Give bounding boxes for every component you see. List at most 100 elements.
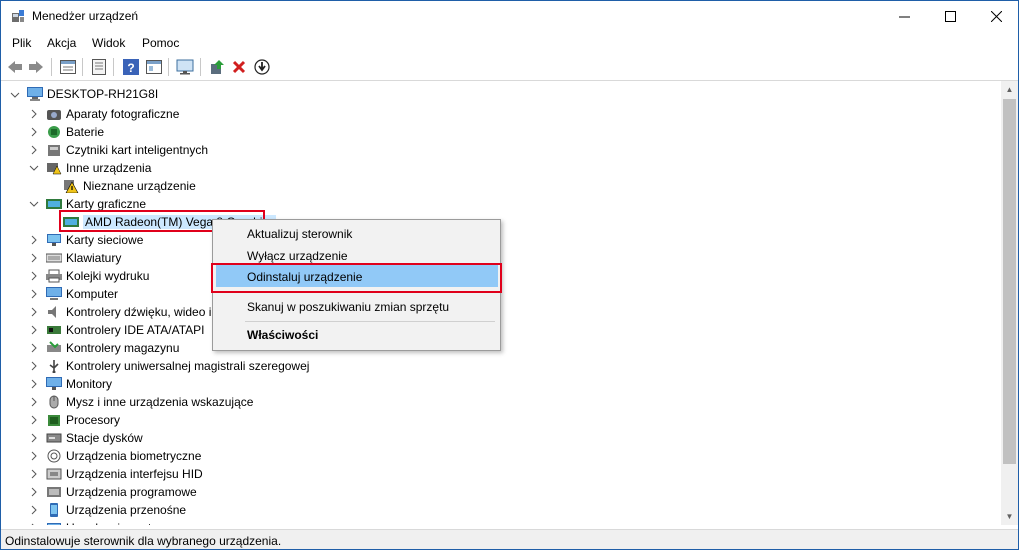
- chevron-right-icon[interactable]: [29, 325, 39, 335]
- tree-category-label[interactable]: Inne urządzenia: [66, 161, 151, 175]
- chevron-right-icon[interactable]: [29, 505, 39, 515]
- computer-icon: [27, 87, 43, 101]
- scrollbar-thumb[interactable]: [1003, 99, 1016, 464]
- properties-sheet-icon[interactable]: [59, 58, 77, 76]
- chevron-right-icon[interactable]: [29, 127, 39, 137]
- forward-arrow-icon[interactable]: [27, 58, 45, 76]
- chevron-right-icon[interactable]: [29, 397, 39, 407]
- tree-category-label[interactable]: Kolejki wydruku: [66, 269, 149, 283]
- tree-category-label[interactable]: Czytniki kart inteligentnych: [66, 143, 208, 157]
- scroll-down-icon[interactable]: ▼: [1001, 508, 1018, 525]
- back-arrow-icon[interactable]: [6, 58, 24, 76]
- keyboard-icon: [46, 253, 62, 263]
- tree-category-label[interactable]: Kontrolery dźwięku, wideo i gier: [66, 305, 235, 319]
- chevron-right-icon[interactable]: [29, 253, 39, 263]
- uninstall-x-icon[interactable]: [230, 58, 248, 76]
- chevron-right-icon[interactable]: [29, 523, 39, 525]
- tree-device-label[interactable]: Nieznane urządzenie: [83, 179, 196, 193]
- tree-category-label[interactable]: Komputer: [66, 287, 118, 301]
- device-manager-icon: [12, 10, 24, 22]
- system-device-icon: [47, 523, 61, 525]
- device-manager-window: Menedżer urządzeń Plik Akcja Widok Pomoc: [0, 0, 1019, 550]
- tree-category-label[interactable]: Urządzenia biometryczne: [66, 449, 201, 463]
- tree-category-label[interactable]: Mysz i inne urządzenia wskazujące: [66, 395, 253, 409]
- portable-device-icon: [50, 503, 58, 517]
- tree-category-label[interactable]: Kontrolery uniwersalnej magistrali szere…: [66, 359, 309, 373]
- chevron-right-icon[interactable]: [29, 361, 39, 371]
- computer-icon: [46, 287, 62, 300]
- ctx-disable-device[interactable]: Wyłącz urządzenie: [247, 249, 348, 263]
- chevron-right-icon[interactable]: [29, 235, 39, 245]
- scroll-up-icon[interactable]: ▲: [1001, 81, 1018, 98]
- disk-drive-icon: [46, 433, 62, 443]
- network-adapter-icon: [47, 234, 61, 246]
- tree-category-label[interactable]: Stacje dysków: [66, 431, 143, 445]
- tree-category-label[interactable]: Baterie: [66, 125, 104, 139]
- tree-category-label[interactable]: Kontrolery IDE ATA/ATAPI: [66, 323, 205, 337]
- mouse-icon: [49, 395, 59, 409]
- maximize-button[interactable]: [927, 1, 973, 32]
- help-icon[interactable]: ?: [122, 58, 140, 76]
- monitor-icon[interactable]: [176, 58, 194, 76]
- ide-controller-icon: [47, 326, 61, 334]
- chevron-right-icon[interactable]: [29, 145, 39, 155]
- maximize-icon: [944, 11, 956, 22]
- close-icon: [990, 11, 1002, 22]
- chevron-right-icon[interactable]: [29, 271, 39, 281]
- view-icon[interactable]: [145, 58, 163, 76]
- tree-root-label[interactable]: DESKTOP-RH21G8I: [47, 87, 158, 101]
- chevron-right-icon[interactable]: [29, 109, 39, 119]
- battery-icon: [48, 126, 60, 138]
- chevron-right-icon[interactable]: [29, 469, 39, 479]
- display-adapter-icon: [46, 199, 62, 209]
- tree-category-label[interactable]: Klawiatury: [66, 251, 121, 265]
- minimize-button[interactable]: [881, 1, 927, 32]
- chevron-right-icon[interactable]: [29, 307, 39, 317]
- hid-icon: [46, 468, 62, 480]
- vertical-scrollbar[interactable]: ▲ ▼: [1001, 81, 1018, 525]
- chevron-right-icon[interactable]: [29, 379, 39, 389]
- menu-help[interactable]: Pomoc: [142, 36, 179, 50]
- processor-icon: [48, 415, 60, 426]
- menu-file[interactable]: Plik: [12, 36, 31, 50]
- usb-icon: [49, 360, 59, 373]
- tree-category-label[interactable]: Procesory: [66, 413, 120, 427]
- ctx-update-driver[interactable]: Aktualizuj sterownik: [247, 227, 352, 241]
- chevron-right-icon[interactable]: [29, 451, 39, 461]
- update-driver-icon[interactable]: [208, 58, 226, 76]
- title-bar: Menedżer urządzeń: [1, 1, 1018, 32]
- chevron-down-icon[interactable]: [10, 90, 20, 100]
- show-hidden-icon[interactable]: [90, 58, 108, 76]
- window-title: Menedżer urządzeń: [32, 9, 139, 23]
- ctx-separator: [245, 321, 495, 322]
- tree-category-label[interactable]: Karty graficzne: [66, 197, 146, 211]
- ctx-properties[interactable]: Właściwości: [247, 328, 318, 342]
- menu-bar: Plik Akcja Widok Pomoc: [1, 32, 1018, 54]
- ctx-scan-hardware[interactable]: Skanuj w poszukiwaniu zmian sprzętu: [247, 300, 449, 314]
- tree-category-label[interactable]: Urządzenia interfejsu HID: [66, 467, 203, 481]
- tree-category-label[interactable]: Aparaty fotograficzne: [66, 107, 179, 121]
- tree-category-label[interactable]: Urządzenia programowe: [66, 485, 197, 499]
- tree-category-label[interactable]: Kontrolery magazynu: [66, 341, 179, 355]
- software-device-icon: [47, 487, 61, 497]
- sound-icon: [48, 306, 56, 318]
- chevron-right-icon[interactable]: [29, 343, 39, 353]
- menu-action[interactable]: Akcja: [47, 36, 76, 50]
- chevron-down-icon[interactable]: [29, 199, 39, 209]
- tree-category-label[interactable]: Urządzenia przenośne: [66, 503, 186, 517]
- chevron-right-icon[interactable]: [29, 433, 39, 443]
- chevron-right-icon[interactable]: [29, 487, 39, 497]
- download-arrow-icon[interactable]: [253, 58, 271, 76]
- tree-category-label[interactable]: Karty sieciowe: [66, 233, 143, 247]
- storage-controller-icon: [47, 341, 61, 352]
- chevron-right-icon[interactable]: [29, 415, 39, 425]
- warning-device-icon: [64, 180, 79, 193]
- chevron-right-icon[interactable]: [29, 289, 39, 299]
- camera-icon: [47, 110, 61, 120]
- chevron-down-icon[interactable]: [29, 163, 39, 173]
- smart-card-reader-icon: [48, 145, 60, 156]
- menu-view[interactable]: Widok: [92, 36, 125, 50]
- tree-category-label[interactable]: Urządzenia systemowe: [66, 521, 190, 525]
- close-button[interactable]: [973, 1, 1018, 32]
- tree-category-label[interactable]: Monitory: [66, 377, 112, 391]
